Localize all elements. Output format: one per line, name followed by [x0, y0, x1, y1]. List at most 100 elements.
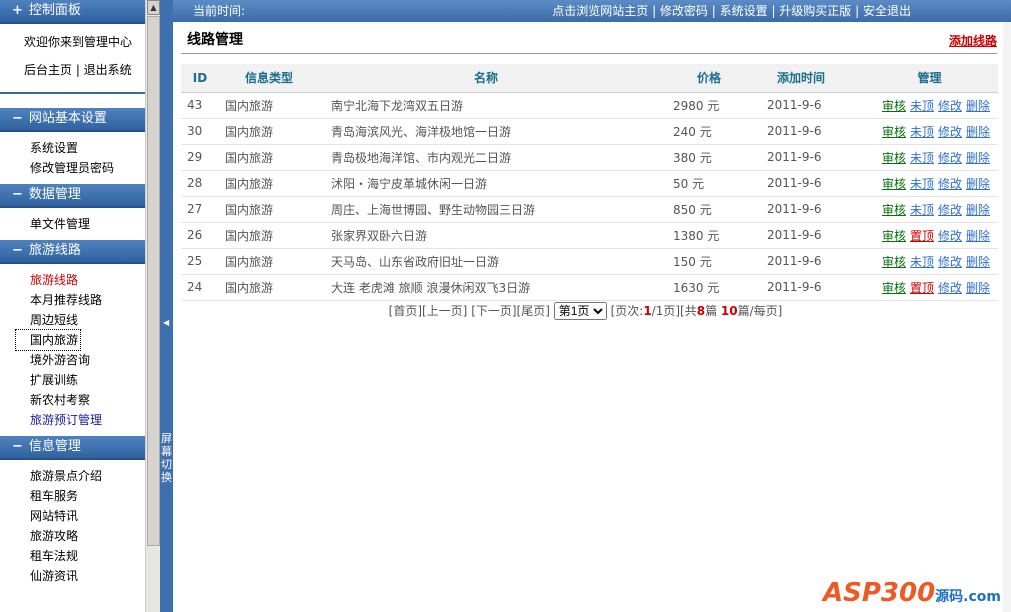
collapse-arrow-icon[interactable]: ◀: [163, 318, 169, 327]
edit-link[interactable]: 修改: [938, 281, 962, 295]
pin-top-link[interactable]: 未顶: [910, 177, 934, 191]
table-row: 27 国内旅游 周庄、上海世博园、野生动物园三日游 850 元 2011-9-6…: [181, 196, 998, 223]
table-row: 24 国内旅游 大连 老虎滩 旅顺 浪漫休闲双飞3日游 1630 元 2011-…: [181, 274, 998, 301]
edit-link[interactable]: 修改: [938, 203, 962, 217]
delete-link[interactable]: 删除: [966, 281, 990, 295]
control-panel-header[interactable]: + 控制面板: [0, 0, 145, 24]
col-id: ID: [181, 64, 219, 93]
sidebar-item[interactable]: 国内旅游: [15, 329, 81, 351]
top-link[interactable]: 系统设置: [720, 4, 768, 18]
sidebar-item[interactable]: 单文件管理: [30, 214, 145, 234]
section-header[interactable]: − 数据管理: [0, 184, 145, 208]
row-date: 2011-9-6: [741, 118, 861, 145]
scroll-thumb[interactable]: [147, 16, 160, 546]
row-price: 150 元: [649, 248, 741, 275]
sidebar-item[interactable]: 网站特讯: [30, 506, 145, 526]
home-logout-link[interactable]: 后台主页 | 退出系统: [24, 56, 145, 84]
sidebar-item[interactable]: 旅游预订管理: [30, 410, 145, 430]
current-time-label: 当前时间:: [193, 4, 246, 18]
sidebar-item[interactable]: 境外游咨询: [30, 350, 145, 370]
pin-top-link[interactable]: 置顶: [910, 281, 934, 295]
top-link[interactable]: 修改密码: [660, 4, 708, 18]
row-type: 国内旅游: [219, 196, 323, 223]
edit-link[interactable]: 修改: [938, 99, 962, 113]
sidebar-item[interactable]: 新农村考察: [30, 390, 145, 410]
row-name: 沭阳・海宁皮革城休闲一日游: [323, 170, 649, 197]
sidebar-item[interactable]: 旅游攻略: [30, 526, 145, 546]
pin-top-link[interactable]: 未顶: [910, 151, 934, 165]
row-name: 青岛极地海洋馆、市内观光二日游: [323, 144, 649, 171]
row-type: 国内旅游: [219, 118, 323, 145]
edit-link[interactable]: 修改: [938, 255, 962, 269]
edit-link[interactable]: 修改: [938, 177, 962, 191]
minus-icon: −: [12, 439, 23, 454]
top-bar: 当前时间: 点击浏览网站主页 | 修改密码 | 系统设置 | 升级购买正版 | …: [173, 0, 1011, 22]
page-select[interactable]: 第1页: [553, 302, 607, 320]
sidebar-item[interactable]: 旅游线路: [30, 270, 145, 290]
pin-top-link[interactable]: 未顶: [910, 255, 934, 269]
row-date: 2011-9-6: [741, 144, 861, 171]
audit-link[interactable]: 审核: [882, 125, 906, 139]
sidebar-item[interactable]: 租车法规: [30, 546, 145, 566]
sidebar-item[interactable]: 系统设置: [30, 138, 145, 158]
row-id: 26: [181, 222, 219, 249]
audit-link[interactable]: 审核: [882, 177, 906, 191]
sidebar-item[interactable]: 旅游景点介绍: [30, 466, 145, 486]
delete-link[interactable]: 删除: [966, 177, 990, 191]
total-count: 8: [696, 304, 706, 318]
sidebar-scrollbar[interactable]: ▲: [145, 0, 160, 612]
delete-link[interactable]: 删除: [966, 125, 990, 139]
edit-link[interactable]: 修改: [938, 151, 962, 165]
row-name: 南宁北海下龙湾双五日游: [323, 92, 649, 119]
col-price: 价格: [649, 64, 741, 93]
top-link[interactable]: 升级购买正版: [779, 4, 851, 18]
row-id: 25: [181, 248, 219, 275]
screen-toggle-bar[interactable]: ◀ 屏幕切换: [160, 0, 173, 612]
row-id: 24: [181, 274, 219, 301]
section-header[interactable]: − 旅游线路: [0, 240, 145, 264]
table-row: 43 国内旅游 南宁北海下龙湾双五日游 2980 元 2011-9-6 审核 未顶…: [181, 92, 998, 119]
audit-link[interactable]: 审核: [882, 203, 906, 217]
audit-link[interactable]: 审核: [882, 99, 906, 113]
col-type: 信息类型: [219, 64, 323, 93]
row-type: 国内旅游: [219, 92, 323, 119]
top-link[interactable]: 安全退出: [863, 4, 911, 18]
plus-icon: +: [12, 3, 23, 18]
delete-link[interactable]: 删除: [966, 99, 990, 113]
section-header[interactable]: − 网站基本设置: [0, 108, 145, 132]
delete-link[interactable]: 删除: [966, 229, 990, 243]
audit-link[interactable]: 审核: [882, 229, 906, 243]
sidebar-item[interactable]: 租车服务: [30, 486, 145, 506]
logo-text: ASP300: [822, 578, 936, 608]
pin-top-link[interactable]: 未顶: [910, 203, 934, 217]
pin-top-link[interactable]: 置顶: [910, 229, 934, 243]
row-price: 850 元: [649, 196, 741, 223]
main-scrollbar[interactable]: [1003, 22, 1011, 612]
welcome-text: 欢迎你来到管理中心: [24, 35, 133, 49]
delete-link[interactable]: 删除: [966, 255, 990, 269]
audit-link[interactable]: 审核: [882, 255, 906, 269]
next-last-links[interactable]: [下一页][尾页]: [467, 304, 550, 318]
scroll-up-icon[interactable]: ▲: [147, 0, 160, 15]
sidebar-item[interactable]: 扩展训练: [30, 370, 145, 390]
sidebar-item[interactable]: 本月推荐线路: [30, 290, 145, 310]
screen-toggle-label[interactable]: 屏幕切换: [160, 432, 173, 484]
edit-link[interactable]: 修改: [938, 125, 962, 139]
sidebar-item[interactable]: 仙游资讯: [30, 566, 145, 586]
top-link[interactable]: 点击浏览网站主页: [552, 4, 648, 18]
pin-top-link[interactable]: 未顶: [910, 99, 934, 113]
delete-link[interactable]: 删除: [966, 203, 990, 217]
sidebar-item[interactable]: 修改管理员密码: [30, 158, 145, 178]
row-type: 国内旅游: [219, 274, 323, 301]
section-header[interactable]: − 信息管理: [0, 436, 145, 460]
edit-link[interactable]: 修改: [938, 229, 962, 243]
sidebar-item[interactable]: 周边短线: [30, 310, 145, 330]
col-manage: 管理: [861, 64, 998, 93]
pin-top-link[interactable]: 未顶: [910, 125, 934, 139]
audit-link[interactable]: 审核: [882, 281, 906, 295]
add-route-link[interactable]: 添加线路: [949, 32, 997, 49]
first-prev-links[interactable]: [首页][上一页]: [389, 304, 468, 318]
delete-link[interactable]: 删除: [966, 151, 990, 165]
table-row: 26 国内旅游 张家界双卧六日游 1380 元 2011-9-6 审核 置顶 修改删…: [181, 222, 998, 249]
audit-link[interactable]: 审核: [882, 151, 906, 165]
